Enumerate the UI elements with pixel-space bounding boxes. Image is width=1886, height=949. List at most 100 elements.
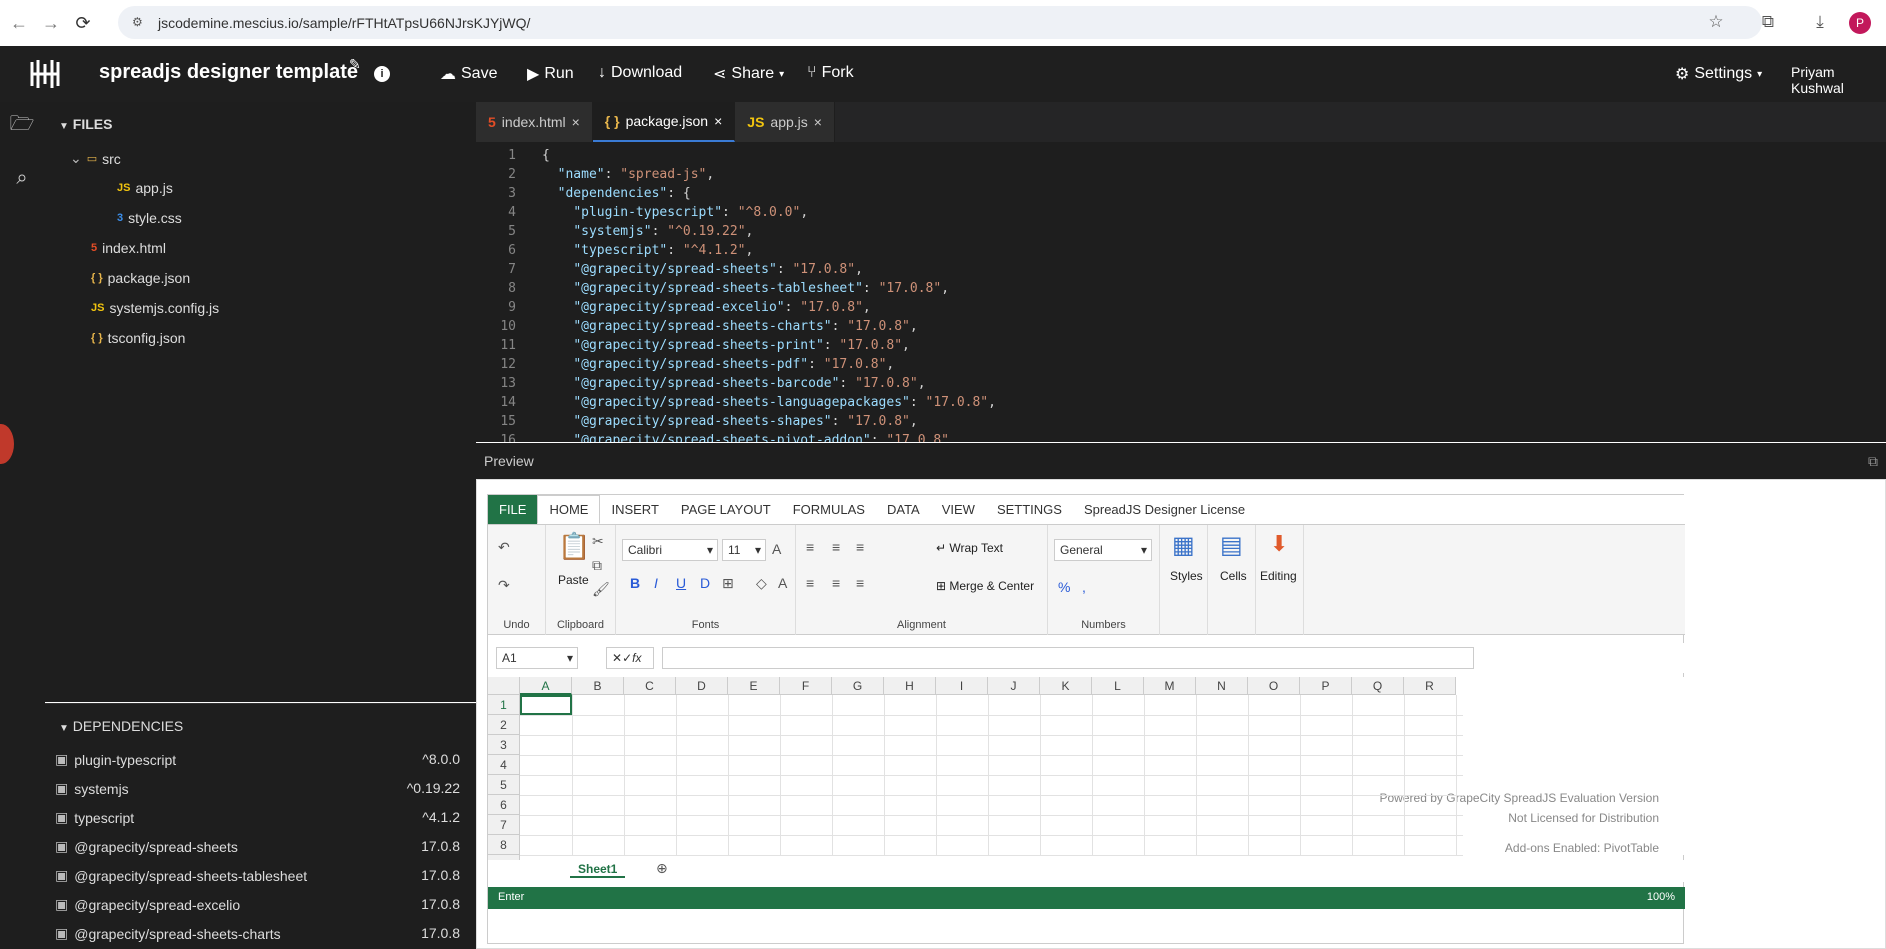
undo-icon[interactable]: ↶ <box>498 539 510 556</box>
code-line[interactable]: 13 "@grapecity/spread-sheets-barcode": "… <box>476 376 925 395</box>
file-tree-item[interactable]: { } tsconfig.json <box>91 330 185 346</box>
ribbon-tab-insert[interactable]: INSERT <box>600 495 669 524</box>
ribbon-tab-view[interactable]: VIEW <box>931 495 986 524</box>
ribbon-tab-license[interactable]: SpreadJS Designer License <box>1073 495 1256 524</box>
redo-icon[interactable]: ↷ <box>498 577 510 594</box>
styles-group[interactable]: ▦ Styles <box>1160 525 1208 635</box>
align-top-icon[interactable]: ≡ <box>806 539 814 555</box>
fork-button[interactable]: ⑂ Fork <box>807 64 854 82</box>
codemine-logo-icon[interactable] <box>28 58 62 90</box>
profile-avatar[interactable]: P <box>1849 12 1871 34</box>
file-tree-item[interactable]: JS app.js <box>117 180 173 196</box>
code-line[interactable]: 5 "systemjs": "^0.19.22", <box>476 224 753 243</box>
column-header[interactable]: P <box>1300 677 1352 695</box>
dependency-item[interactable]: ▣ systemjs ^0.19.22 <box>55 780 460 797</box>
code-line[interactable]: 6 "typescript": "^4.1.2", <box>476 243 753 262</box>
address-bar[interactable]: ⚙ jscodemine.mescius.io/sample/rFTHtATps… <box>118 6 1762 39</box>
column-header[interactable]: R <box>1404 677 1456 695</box>
column-header[interactable]: O <box>1248 677 1300 695</box>
comma-icon[interactable]: , <box>1082 579 1086 595</box>
number-format-select[interactable]: General ▾ <box>1054 539 1152 561</box>
column-header[interactable]: E <box>728 677 780 695</box>
font-name-select[interactable]: Calibri ▾ <box>622 539 718 561</box>
info-icon[interactable]: i <box>374 66 390 82</box>
ribbon-tab-home[interactable]: HOME <box>537 495 601 524</box>
code-line[interactable]: 3 "dependencies": { <box>476 186 691 205</box>
align-bottom-icon[interactable]: ≡ <box>856 539 864 555</box>
column-header[interactable]: L <box>1092 677 1144 695</box>
paste-icon[interactable]: 📋 <box>558 531 590 562</box>
code-line[interactable]: 11 "@grapecity/spread-sheets-print": "17… <box>476 338 910 357</box>
ribbon-tab-settings[interactable]: SETTINGS <box>986 495 1073 524</box>
code-line[interactable]: 10 "@grapecity/spread-sheets-charts": "1… <box>476 319 917 338</box>
paste-button[interactable]: Paste <box>558 573 589 587</box>
formula-controls[interactable]: ✕✓fx <box>606 647 654 669</box>
close-icon[interactable]: × <box>572 114 580 130</box>
tab-app-js[interactable]: JS app.js × <box>735 102 835 142</box>
column-header[interactable]: H <box>884 677 936 695</box>
code-editor[interactable]: 1{2 "name": "spread-js", 3 "dependencies"… <box>476 142 1886 442</box>
reload-icon[interactable]: ⟳ <box>70 10 96 36</box>
ribbon-tab-page-layout[interactable]: PAGE LAYOUT <box>670 495 782 524</box>
borders-icon[interactable]: ⊞ <box>722 575 734 592</box>
column-header[interactable]: I <box>936 677 988 695</box>
sheet-tab[interactable]: Sheet1 <box>570 862 626 878</box>
row-header[interactable]: 5 <box>488 775 520 795</box>
code-line[interactable]: 16 "@grapecity/spread-sheets-pivot-addon… <box>476 433 957 442</box>
dependency-item[interactable]: ▣ plugin-typescript ^8.0.0 <box>55 751 460 768</box>
tab-package-json[interactable]: { } package.json × <box>592 102 736 142</box>
dependency-item[interactable]: ▣ @grapecity/spread-excelio 17.0.8 <box>55 896 460 913</box>
underline-icon[interactable]: U <box>676 575 686 591</box>
dependency-item[interactable]: ▣ @grapecity/spread-sheets-charts 17.0.8 <box>55 925 460 942</box>
row-header[interactable]: 2 <box>488 715 520 735</box>
row-header[interactable]: 4 <box>488 755 520 775</box>
column-header[interactable]: F <box>780 677 832 695</box>
extensions-icon[interactable]: ⧉ <box>1757 11 1779 33</box>
folder-open-icon[interactable]: 🗁 <box>8 112 36 140</box>
download-icon[interactable]: ⤓ <box>1809 11 1831 33</box>
code-line[interactable]: 1{ <box>476 148 550 167</box>
align-left-icon[interactable]: ≡ <box>806 575 814 591</box>
dependency-item[interactable]: ▣ @grapecity/spread-sheets-tablesheet 17.0… <box>55 867 460 884</box>
user-menu[interactable]: Priyam Kushwal <box>1791 64 1886 96</box>
site-info-icon[interactable]: ⚙ <box>132 15 148 31</box>
row-header[interactable]: 1 <box>488 695 520 715</box>
column-header[interactable]: B <box>572 677 624 695</box>
column-header[interactable]: K <box>1040 677 1092 695</box>
bookmark-star-icon[interactable]: ☆ <box>1705 11 1727 33</box>
code-line[interactable]: 15 "@grapecity/spread-sheets-shapes": "1… <box>476 414 917 433</box>
code-line[interactable]: 9 "@grapecity/spread-excelio": "17.0.8", <box>476 300 871 319</box>
save-button[interactable]: ☁ Save <box>440 64 497 84</box>
row-header[interactable]: 8 <box>488 835 520 855</box>
double-underline-icon[interactable]: D <box>700 575 710 591</box>
file-tree-item[interactable]: 5 index.html <box>91 240 166 256</box>
increase-font-icon[interactable]: A <box>772 541 781 557</box>
align-center-icon[interactable]: ≡ <box>832 575 840 591</box>
open-external-icon[interactable]: ⧉ <box>1868 453 1878 470</box>
files-header[interactable]: ▼ FILES <box>59 116 112 132</box>
font-size-select[interactable]: 11 ▾ <box>722 539 766 561</box>
file-tree-item[interactable]: 3 style.css <box>117 210 182 226</box>
column-header[interactable]: G <box>832 677 884 695</box>
ribbon-tab-formulas[interactable]: FORMULAS <box>782 495 876 524</box>
dependency-item[interactable]: ▣ @grapecity/spread-sheets 17.0.8 <box>55 838 460 855</box>
settings-button[interactable]: ⚙ Settings ▾ <box>1675 64 1762 84</box>
percent-icon[interactable]: % <box>1058 579 1070 595</box>
search-icon[interactable]: ⌕ <box>8 164 36 192</box>
align-right-icon[interactable]: ≡ <box>856 575 864 591</box>
format-painter-icon[interactable]: 🖌 <box>592 581 610 598</box>
column-header[interactable]: M <box>1144 677 1196 695</box>
code-line[interactable]: 8 "@grapecity/spread-sheets-tablesheet":… <box>476 281 949 300</box>
zoom-level[interactable]: 100% <box>1647 891 1675 903</box>
column-header[interactable]: J <box>988 677 1040 695</box>
edit-title-icon[interactable]: ✎ <box>349 56 361 73</box>
row-header[interactable]: 7 <box>488 815 520 835</box>
column-header[interactable]: A <box>520 677 572 695</box>
formula-input[interactable] <box>662 647 1474 669</box>
align-middle-icon[interactable]: ≡ <box>832 539 840 555</box>
column-header[interactable]: Q <box>1352 677 1404 695</box>
ribbon-tab-data[interactable]: DATA <box>876 495 931 524</box>
wrap-text-button[interactable]: ↵ Wrap Text <box>936 541 1003 555</box>
cut-icon[interactable]: ✂ <box>592 533 604 550</box>
active-cell[interactable] <box>520 695 572 715</box>
